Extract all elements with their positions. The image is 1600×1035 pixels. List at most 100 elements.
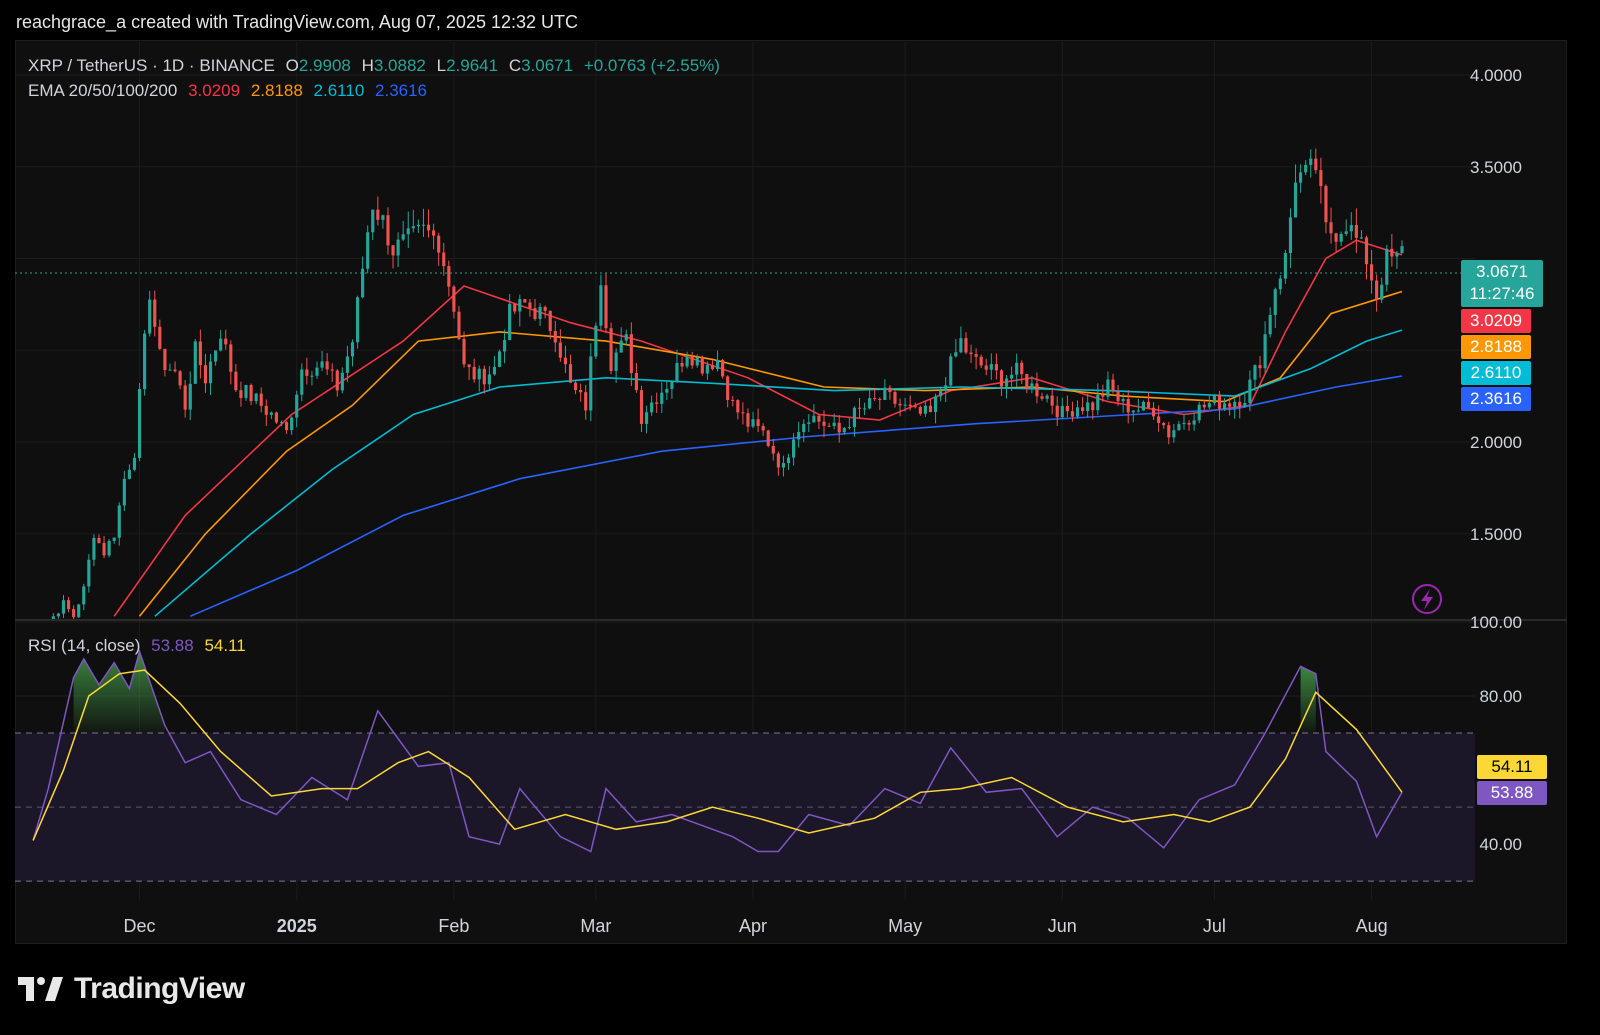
candle [355, 295, 360, 349]
candle [700, 355, 704, 376]
time-tick-label: Feb [438, 916, 469, 936]
candle [670, 381, 674, 399]
candle [883, 379, 887, 400]
candle [269, 411, 273, 419]
candle [761, 423, 765, 436]
candle [432, 223, 436, 250]
candle [66, 596, 71, 613]
candle [295, 390, 299, 428]
time-axis[interactable]: Dec 2025 Feb Mar Apr May Jun Jul Aug [124, 916, 1388, 936]
candle [290, 416, 294, 435]
ema100-price-tag: 2.6110 [1461, 361, 1531, 385]
candle [1162, 421, 1166, 429]
rsi-legend[interactable]: RSI (14, close) 53.88 54.11 [28, 636, 252, 656]
candle [579, 383, 583, 402]
candle [979, 354, 983, 368]
candle [1339, 231, 1343, 247]
candle [949, 353, 953, 388]
candle [918, 405, 922, 416]
candle [878, 397, 882, 410]
candle [756, 408, 760, 433]
candle [518, 294, 522, 327]
candle [421, 208, 426, 237]
candle [1293, 164, 1298, 218]
candle [335, 369, 339, 397]
candle [376, 196, 380, 226]
candle [77, 603, 81, 618]
candle [503, 329, 507, 364]
candle [954, 338, 958, 358]
candle [426, 209, 431, 238]
candle [609, 322, 613, 375]
candle [249, 383, 253, 406]
candle [285, 420, 289, 434]
tradingview-logo[interactable]: TradingView [18, 972, 245, 1006]
chart-canvas[interactable]: 4.0000 3.5000 2.0000 1.5000 100.00 80.00 40.0… [0, 0, 1600, 1035]
candle [1111, 373, 1115, 394]
candle [513, 303, 517, 315]
rsi-legend-value: 53.88 [151, 636, 194, 655]
candle [416, 219, 420, 233]
candle [127, 464, 131, 480]
candle [203, 353, 208, 393]
candle [198, 329, 202, 379]
candle [665, 380, 669, 401]
candle [1314, 148, 1318, 174]
candle [137, 382, 142, 462]
candle [72, 605, 76, 620]
candle [1141, 400, 1145, 411]
candle [1273, 287, 1277, 328]
low-value: 2.9641 [446, 56, 499, 75]
candle [274, 411, 279, 425]
candle [107, 538, 111, 558]
candle [721, 358, 725, 379]
candle [999, 369, 1004, 396]
candle [1319, 157, 1323, 204]
candle [497, 349, 502, 368]
candle [994, 353, 998, 380]
open-label: O [285, 56, 299, 75]
candle [112, 537, 116, 544]
candle [1299, 164, 1303, 193]
candle [568, 354, 573, 383]
candle [675, 349, 679, 384]
candle [781, 455, 786, 477]
candle [1096, 383, 1100, 415]
candle [340, 367, 344, 394]
open-value: 2.9908 [298, 56, 351, 75]
candle [868, 389, 872, 410]
rsi-legend-title: RSI (14, close) [28, 636, 141, 655]
rsi-axis[interactable]: 100.00 80.00 40.00 [1470, 613, 1522, 854]
candle [132, 453, 137, 472]
candle [214, 350, 218, 366]
candle [553, 320, 557, 353]
candle [1217, 391, 1222, 421]
candle [472, 358, 476, 383]
candle [599, 274, 603, 330]
ema50-legend-value: 2.8188 [250, 81, 303, 100]
ema50-price-tag: 2.8188 [1461, 335, 1531, 359]
candle [467, 364, 471, 380]
ema-legend[interactable]: EMA 20/50/100/200 3.0209 2.8188 2.6110 2… [28, 81, 433, 101]
candle [548, 310, 552, 340]
candle [401, 220, 405, 242]
candle [31, 687, 34, 691]
candle [655, 392, 659, 413]
symbol-legend[interactable]: XRP / TetherUS · 1D · BINANCE O2.9908 H3… [28, 56, 726, 76]
candle [97, 534, 101, 544]
candle [827, 422, 831, 427]
rsi-tick-label: 100.00 [1470, 613, 1522, 632]
candle [528, 298, 532, 317]
candle [944, 376, 948, 403]
candle [1106, 371, 1110, 400]
candle [746, 408, 750, 433]
candle [1334, 232, 1338, 253]
candle [219, 329, 223, 352]
bolt-icon[interactable] [1412, 584, 1442, 614]
candle [1131, 410, 1135, 423]
rsi-tick-label: 80.00 [1479, 687, 1522, 706]
candle [437, 232, 441, 266]
candle [594, 322, 598, 359]
candle [964, 332, 968, 355]
candle [1197, 401, 1201, 424]
